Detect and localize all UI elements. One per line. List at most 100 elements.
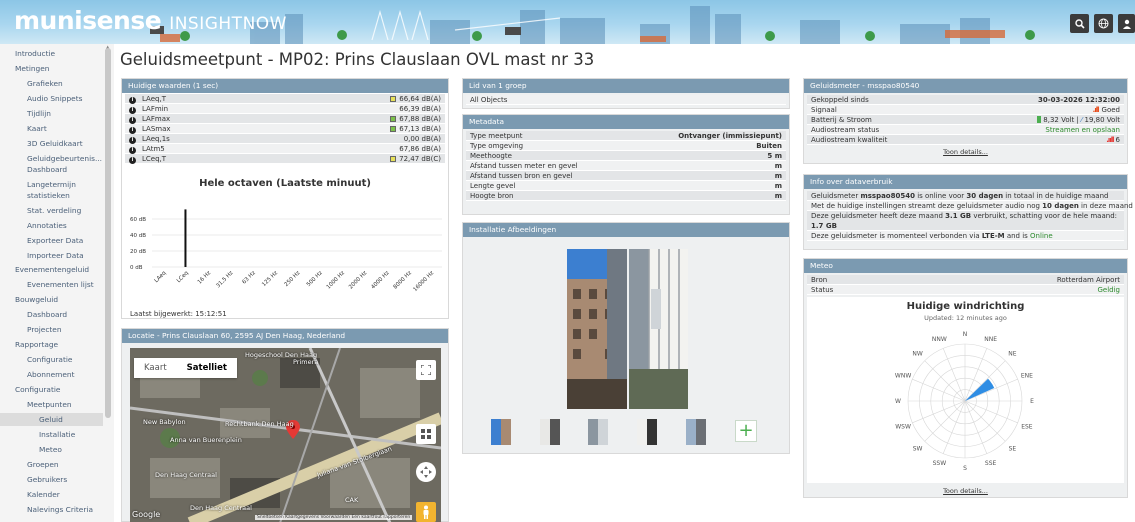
sidebar-item[interactable]: Evenementengeluid: [0, 265, 89, 274]
wind-direction-label: WSW: [895, 424, 911, 431]
installation-thumbnail[interactable]: [491, 419, 511, 445]
sidebar-item[interactable]: Langetermijn: [0, 180, 76, 189]
brand-product: INSIGHTNOW: [169, 14, 287, 34]
sidebar-scrollbar[interactable]: [105, 48, 111, 418]
sidebar-item[interactable]: Kalender: [0, 490, 60, 499]
metadata-row: Lengte gevel m: [466, 181, 786, 191]
sidebar-item[interactable]: Tijdlijn: [0, 109, 51, 118]
chart-bar: [184, 209, 187, 267]
wind-direction-label: NE: [1008, 351, 1016, 358]
map-label: CAK: [345, 496, 359, 504]
x-tick-label: 8000 Hz: [393, 270, 413, 290]
sidebar-item[interactable]: Groepen: [0, 460, 59, 469]
pan-control-icon[interactable]: [416, 462, 436, 482]
level-indicator-square: [390, 96, 397, 102]
map-label: Anna van Buerenplein: [170, 436, 242, 444]
x-tick-label: 2000 Hz: [348, 270, 368, 290]
wind-rose-spoke: [924, 400, 966, 442]
sidebar-item[interactable]: Dashboard: [0, 165, 67, 174]
satellite-map[interactable]: Kaart Satelliet Hogeschool Den Haag Prime…: [130, 348, 441, 522]
map-footer[interactable]: Sneltoetsen Kaartgegevens Voorwaarden Ee…: [255, 515, 413, 520]
sidebar-item[interactable]: Meetpunten: [0, 400, 72, 409]
sidebar-item[interactable]: Exporteer Data: [0, 236, 83, 245]
wind-direction-label: NNE: [984, 336, 997, 343]
user-icon[interactable]: [1118, 14, 1135, 33]
info-icon[interactable]: i: [129, 117, 136, 124]
meter-row: Batterij & Stroom 8,32 Volt | ⁄ 19,80 Vol…: [807, 115, 1124, 125]
page-title: Geluidsmeetpunt - MP02: Prins Clauslaan …: [120, 50, 595, 69]
current-value-row: i LASmax 67,13 dB(A): [125, 124, 445, 134]
fullscreen-icon[interactable]: [416, 360, 436, 380]
map-tab-satellite[interactable]: Satelliet: [177, 358, 237, 378]
current-value-row: i LAFmax 67,88 dB(A): [125, 114, 445, 124]
sidebar-item[interactable]: Grafieken: [0, 79, 63, 88]
sidebar-item[interactable]: Dashboard: [0, 310, 67, 319]
sidebar-item[interactable]: Audio Snippets: [0, 94, 82, 103]
search-icon[interactable]: [1070, 14, 1089, 33]
installation-thumbnail[interactable]: [686, 419, 706, 445]
info-icon[interactable]: i: [129, 147, 136, 154]
sidebar-item[interactable]: Rapportage: [0, 340, 58, 349]
info-icon[interactable]: i: [129, 97, 136, 104]
panel-header: Geluidsmeter - msspao80540: [804, 79, 1127, 93]
last-updated: Laatst bijgewerkt: 15:12:51: [130, 310, 227, 318]
info-icon[interactable]: i: [129, 157, 136, 164]
sidebar-item[interactable]: Meteo: [0, 445, 62, 454]
main-installation-photo[interactable]: [567, 249, 688, 409]
meter-row: Gekoppeld sinds 30-03-2026 12:32:00: [807, 95, 1124, 105]
info-icon[interactable]: i: [129, 137, 136, 144]
map-label: New Babylon: [143, 418, 186, 426]
wind-rose-spoke: [964, 400, 1006, 442]
globe-icon[interactable]: [1094, 14, 1113, 33]
installation-thumbnail[interactable]: [637, 419, 657, 445]
sidebar-item[interactable]: Abonnement: [0, 370, 75, 379]
street-view-pegman-icon[interactable]: [416, 502, 436, 522]
panel-header: Huidige waarden (1 sec): [122, 79, 448, 93]
usage-line-volume: Deze geluidsmeter heeft deze maand 3.1 G…: [807, 211, 1124, 231]
meteo-details-link[interactable]: Toon details...: [804, 487, 1127, 495]
wind-direction-label: SSE: [985, 460, 997, 467]
group-item[interactable]: All Objects: [466, 95, 786, 105]
sidebar-item[interactable]: 3D Geluidkaart: [0, 139, 83, 148]
sidebar-item[interactable]: Nalevings Criteria: [0, 505, 93, 514]
brand-logo[interactable]: munisense INSIGHTNOW: [14, 6, 287, 35]
wind-rose-chart: N NNE NE ENE E ESE SE SSE S SSW SW WSW W WNW NW NNW: [895, 331, 1034, 472]
sidebar-item[interactable]: Installatie: [0, 430, 75, 439]
sidebar-item[interactable]: Stat. verdeling: [0, 206, 81, 215]
usage-line-online: Geluidsmeter msspao80540 is online voor …: [807, 191, 1124, 201]
map-tab-kaart[interactable]: Kaart: [134, 358, 177, 378]
wind-direction-label: SSW: [933, 460, 947, 467]
add-image-button[interactable]: +: [735, 420, 757, 442]
wind-direction-label: ESE: [1021, 424, 1033, 431]
sidebar-item[interactable]: Evenementen lijst: [0, 280, 94, 289]
installation-thumbnail[interactable]: [588, 419, 608, 445]
sidebar-item[interactable]: Introductie: [0, 49, 55, 58]
level-indicator-square: [390, 116, 397, 122]
wind-rose-spoke: [964, 360, 1006, 402]
installation-thumbnail[interactable]: [540, 419, 560, 445]
x-tick-label: 16 Hz: [197, 270, 212, 285]
info-icon[interactable]: i: [129, 107, 136, 114]
sidebar-item[interactable]: Geluid: [0, 413, 103, 426]
sidebar-item[interactable]: Gebruikers: [0, 475, 67, 484]
sidebar-item[interactable]: Metingen: [0, 64, 49, 73]
sidebar-item[interactable]: Configuratie: [0, 385, 60, 394]
metadata-row: Meethoogte 5 m: [466, 151, 786, 161]
meter-details-link[interactable]: Toon details...: [804, 148, 1127, 156]
wind-direction-label: W: [895, 398, 901, 405]
sidebar-item[interactable]: Importeer Data: [0, 251, 84, 260]
sidebar-item[interactable]: Kaart: [0, 124, 47, 133]
sidebar-item[interactable]: Annotaties: [0, 221, 67, 230]
sidebar-item[interactable]: Bouwgeluid: [0, 295, 58, 304]
current-value-row: i LAFmin 66,39 dB(A): [125, 104, 445, 114]
sidebar-item[interactable]: Projecten: [0, 325, 62, 334]
metadata-row: Hoogte bron m: [466, 191, 786, 201]
sidebar-item[interactable]: Configuratie: [0, 355, 72, 364]
sidebar-item[interactable]: statistieken: [0, 191, 70, 200]
x-tick-label: 16000 Hz: [412, 270, 435, 293]
sidebar-item[interactable]: Geluidgebeurtenis...: [0, 154, 102, 163]
current-value-row: i LAtm5 67,86 dB(A): [125, 144, 445, 154]
usage-line-connection: Deze geluidsmeter is momenteel verbonden…: [807, 231, 1124, 241]
info-icon[interactable]: i: [129, 127, 136, 134]
map-grid-icon[interactable]: [416, 424, 436, 444]
